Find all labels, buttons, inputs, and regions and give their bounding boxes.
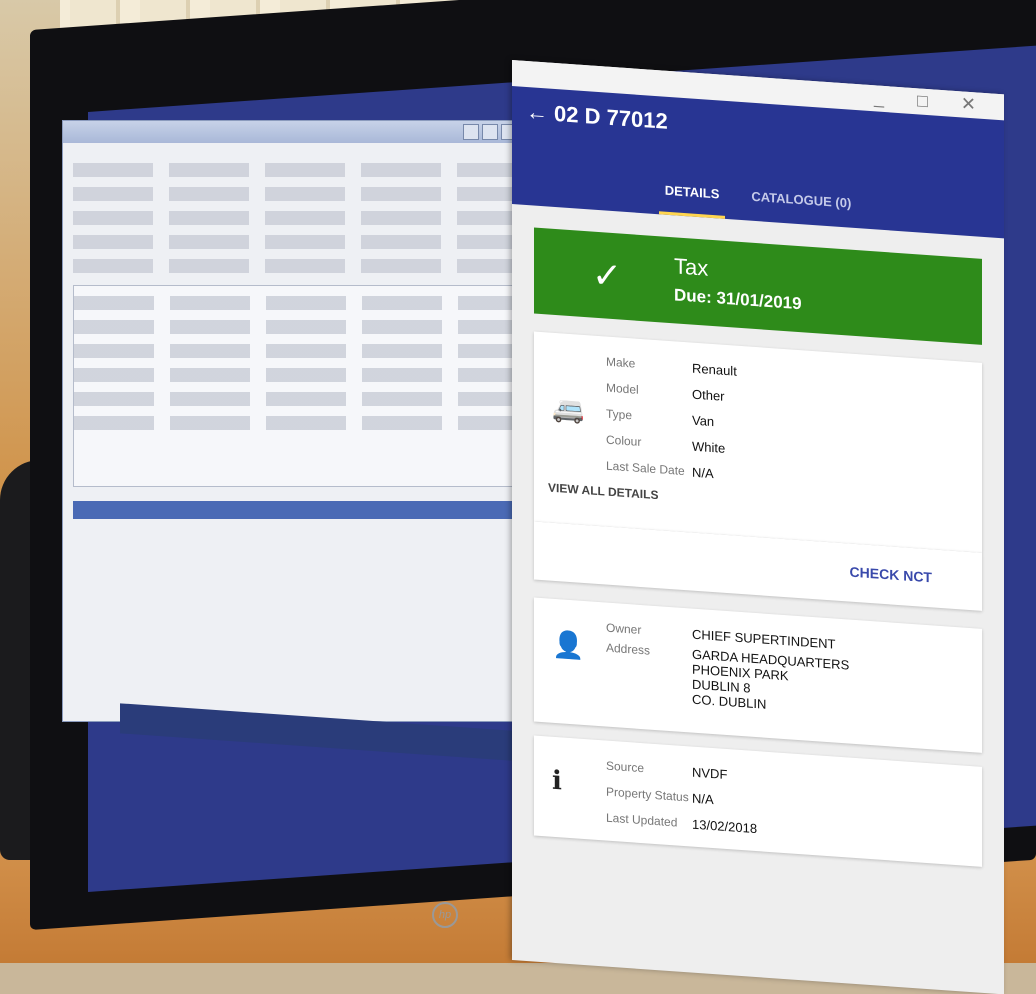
- view-all-details-link[interactable]: VIEW ALL DETAILS: [548, 481, 658, 503]
- property-status-label: Property Status: [606, 784, 689, 805]
- last-sale-date-label: Last Sale Date: [606, 458, 685, 479]
- last-updated-label: Last Updated: [606, 810, 678, 830]
- car-icon: 🚐: [552, 392, 585, 426]
- tax-title: Tax: [674, 253, 709, 281]
- colour-label: Colour: [606, 432, 642, 450]
- last-updated-value: 13/02/2018: [692, 816, 758, 836]
- tax-due-date: Due: 31/01/2019: [674, 285, 802, 314]
- arrow-back-icon[interactable]: ←: [526, 99, 548, 127]
- monitor-logo: hp: [432, 902, 458, 928]
- tab-bar: DETAILS CATALOGUE (0): [512, 156, 1004, 238]
- legacy-tab-strip[interactable]: [73, 501, 513, 519]
- tax-status-card: ✓ Tax Due: 31/01/2019: [534, 227, 982, 345]
- type-label: Type: [606, 406, 633, 423]
- legacy-form: [63, 143, 523, 529]
- legacy-titlebar: [63, 121, 523, 143]
- type-value: Van: [692, 412, 715, 429]
- model-label: Model: [606, 380, 639, 397]
- tab-catalogue[interactable]: CATALOGUE (0): [745, 172, 857, 228]
- source-label: Source: [606, 758, 645, 776]
- legacy-detail-panel: [73, 285, 513, 487]
- last-sale-date-value: N/A: [692, 464, 714, 481]
- colour-value: White: [692, 438, 726, 456]
- maximize-icon[interactable]: [482, 124, 498, 140]
- minimize-icon[interactable]: [463, 124, 479, 140]
- make-value: Renault: [692, 360, 737, 379]
- source-value: NVDF: [692, 764, 728, 782]
- make-label: Make: [606, 354, 636, 371]
- owner-label: Owner: [606, 620, 642, 638]
- check-icon: ✓: [592, 253, 623, 297]
- registration-title: 02 D 77012: [554, 100, 668, 134]
- legacy-form-window: [62, 120, 524, 722]
- record-info-card: ℹ Source NVDF Property Status N/A Last Upd…: [534, 735, 982, 867]
- info-icon: ℹ: [552, 764, 562, 796]
- check-nct-button[interactable]: CHECK NCT: [850, 564, 932, 586]
- owner-card: 👤 Owner CHIEF SUPERTINDENT Address GARDA …: [534, 597, 982, 753]
- property-status-value: N/A: [692, 790, 714, 807]
- model-value: Other: [692, 386, 725, 404]
- address-label: Address: [606, 640, 651, 658]
- vehicle-app-window: _ □ ✕ ← 02 D 77012 DETAILS CATALOGUE (0)…: [512, 60, 1004, 994]
- vehicle-details-card: 🚐 Make Renault Model Other Type Van Colour W…: [534, 331, 982, 553]
- tab-details[interactable]: DETAILS: [658, 166, 726, 219]
- person-icon: 👤: [552, 628, 585, 662]
